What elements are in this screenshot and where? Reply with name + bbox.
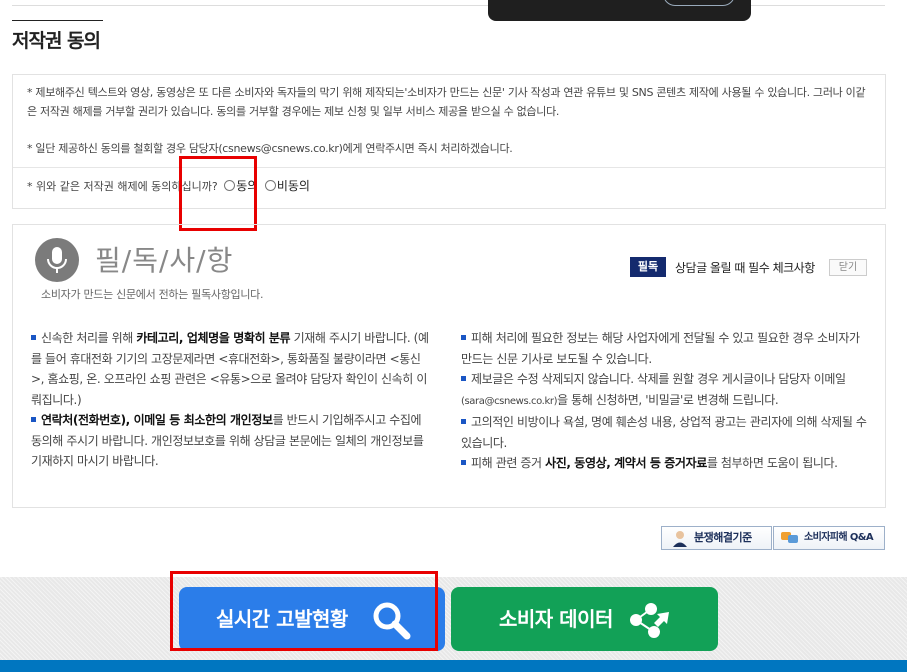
must-read-badge: 필독: [630, 257, 666, 277]
highlight-box-realtime: [170, 571, 438, 651]
top-divider: [12, 0, 885, 6]
section-title: 저작권 동의: [12, 30, 101, 52]
bullet-icon: [31, 335, 36, 340]
top-dark-popup: [488, 0, 751, 21]
consent-question-row: * 위와 같은 저작권 해제에 동의하십니까? 동의 비동의: [27, 176, 310, 197]
disagree-label[interactable]: 비동의: [277, 179, 310, 193]
notice-subtitle: 소비자가 만드는 신문에서 전하는 필독사항입니다.: [41, 288, 264, 301]
chat-bubbles-icon: [780, 530, 800, 555]
consent-paragraph-1: * 제보해주신 텍스트와 영상, 동영상은 또 다른 소비자와 독자들의 막기 …: [27, 86, 866, 118]
microphone-icon: [35, 238, 79, 282]
consent-paragraph-2: * 일단 제공하신 동의를 철회할 경우 담당자(csnews@csnews.c…: [27, 142, 513, 155]
bullet-icon: [461, 419, 466, 424]
consent-box: * 제보해주신 텍스트와 영상, 동영상은 또 다른 소비자와 독자들의 막기 …: [12, 74, 886, 209]
notice-item: 연락처(전화번호), 이메일 등 최소한의 개인정보를 반드시 기입해주시고 수…: [31, 413, 424, 468]
bullet-icon: [461, 335, 466, 340]
bullet-icon: [461, 460, 466, 465]
popup-pill-button[interactable]: [663, 0, 735, 6]
footer-bar: [0, 660, 907, 672]
notice-box: 필/독/사/항 소비자가 만드는 신문에서 전하는 필독사항입니다. 필독 상담…: [12, 224, 886, 508]
notice-item: 피해 처리에 필요한 정보는 해당 사업자에게 전달될 수 있고 필요한 경우 …: [461, 331, 860, 366]
disagree-radio[interactable]: [264, 180, 276, 191]
notice-item: 신속한 처리를 위해 카테고리, 업체명을 명확히 분류 기재해 주시기 바랍니…: [31, 331, 429, 407]
dispute-standard-button[interactable]: 분쟁해결기준: [661, 526, 772, 550]
notice-left-column: 신속한 처리를 위해 카테고리, 업체명을 명확히 분류 기재해 주시기 바랍니…: [31, 328, 433, 472]
notice-item: 피해 관련 증거 사진, 동영상, 계약서 등 증거자료를 첨부하면 도움이 됩…: [461, 453, 869, 474]
title-underline: [12, 20, 103, 21]
bullet-icon: [461, 376, 466, 381]
notice-right-column: 피해 처리에 필요한 정보는 해당 사업자에게 전달될 수 있고 필요한 경우 …: [461, 328, 869, 474]
consumer-data-button[interactable]: 소비자 데이터: [451, 587, 718, 651]
bullet-icon: [31, 417, 36, 422]
share-icon: [627, 601, 675, 665]
notice-item: 고의적인 비방이나 욕설, 명예 훼손성 내용, 상업적 광고는 관리자에 의해…: [461, 415, 867, 450]
page: 저작권 동의 * 제보해주신 텍스트와 영상, 동영상은 또 다른 소비자와 독…: [0, 0, 907, 672]
person-icon: [670, 529, 690, 555]
must-read-text: 상담글 올릴 때 필수 체크사항: [675, 261, 815, 275]
consent-divider: [13, 167, 885, 168]
consumer-qa-button[interactable]: 소비자피해 Q&A: [773, 526, 885, 550]
notice-item: 제보글은 수정 삭제되지 않습니다. 삭제를 원할 경우 게시글이나 담당자 이…: [461, 372, 846, 407]
notice-title: 필/독/사/항: [95, 244, 234, 277]
close-button[interactable]: 닫기: [829, 259, 867, 276]
highlight-box-consent: [179, 156, 257, 231]
